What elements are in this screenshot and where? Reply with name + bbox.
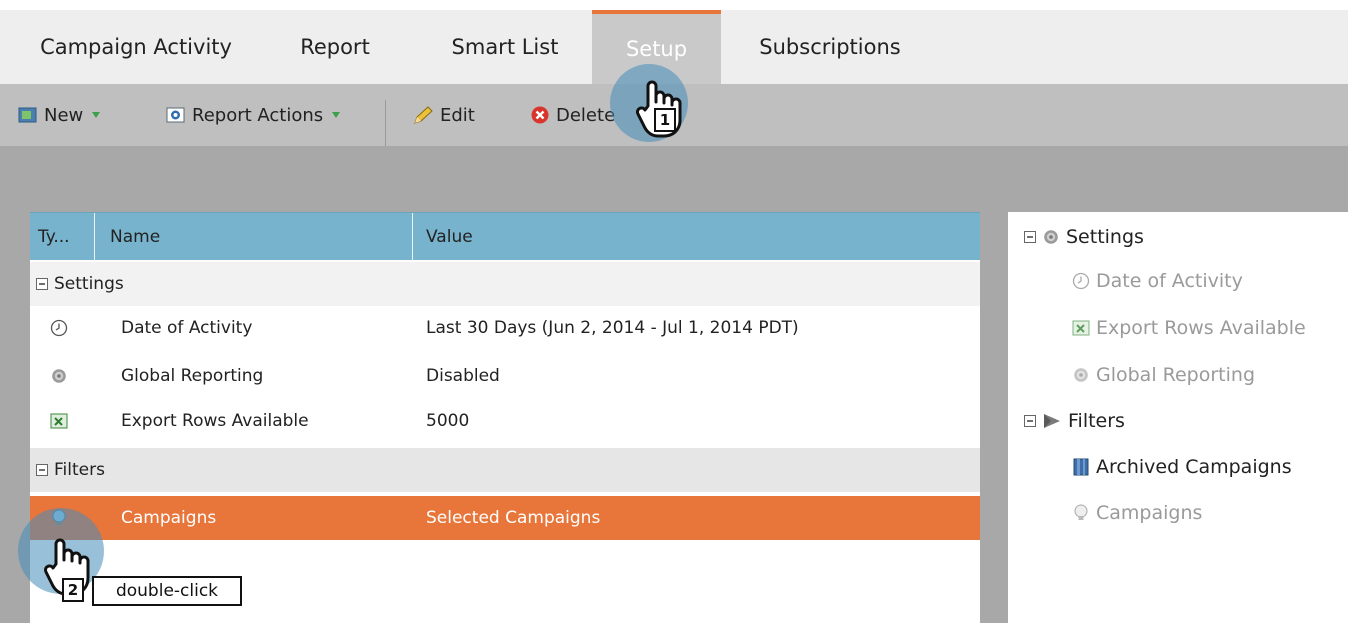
collapse-icon[interactable] bbox=[36, 278, 48, 290]
tree-label: Global Reporting bbox=[1096, 364, 1256, 386]
pencil-icon bbox=[412, 105, 434, 125]
column-divider[interactable] bbox=[94, 213, 95, 261]
excel-icon bbox=[1072, 319, 1090, 337]
report-actions-icon bbox=[166, 106, 186, 124]
step-badge: 2 bbox=[62, 578, 84, 602]
double-click-tooltip: double-click bbox=[92, 576, 242, 606]
row-name: Date of Activity bbox=[121, 318, 253, 338]
row-value: 5000 bbox=[426, 411, 470, 431]
report-actions-button[interactable]: Report Actions bbox=[166, 84, 341, 146]
gear-icon bbox=[1042, 228, 1060, 246]
section-label: Filters bbox=[54, 460, 105, 480]
row-value: Last 30 Days (Jun 2, 2014 - Jul 1, 2014 … bbox=[426, 318, 799, 338]
report-actions-label: Report Actions bbox=[192, 104, 324, 126]
column-header-name[interactable]: Name bbox=[110, 213, 160, 261]
grid-section-settings[interactable]: Settings bbox=[30, 262, 980, 306]
delete-icon bbox=[530, 105, 550, 125]
grid-header: Ty... Name Value bbox=[30, 212, 980, 261]
row-name: Export Rows Available bbox=[121, 411, 309, 431]
tab-campaign-activity[interactable]: Campaign Activity bbox=[16, 10, 256, 84]
workspace-background bbox=[0, 146, 1348, 212]
tree-label: Filters bbox=[1068, 410, 1125, 432]
tree-label: Archived Campaigns bbox=[1096, 456, 1292, 478]
tab-report[interactable]: Report bbox=[280, 10, 390, 84]
dropdown-caret-icon bbox=[91, 111, 101, 119]
gear-icon bbox=[50, 367, 68, 385]
grid-section-filters[interactable]: Filters bbox=[30, 448, 980, 492]
archive-icon bbox=[1072, 457, 1090, 477]
tree-item-campaigns[interactable]: Campaigns bbox=[1072, 502, 1202, 524]
step-badge: 1 bbox=[654, 108, 676, 132]
column-header-type[interactable]: Ty... bbox=[38, 213, 70, 261]
workspace-divider bbox=[980, 212, 1008, 623]
delete-button-label: Delete bbox=[556, 104, 616, 126]
section-label: Settings bbox=[54, 274, 124, 294]
tree-panel: Settings Date of Activity Export Rows Av… bbox=[1008, 212, 1348, 623]
gear-icon bbox=[1072, 366, 1090, 384]
table-row[interactable]: Date of Activity Last 30 Days (Jun 2, 20… bbox=[30, 306, 980, 350]
filter-icon bbox=[1042, 412, 1062, 430]
row-value: Selected Campaigns bbox=[426, 508, 601, 528]
edit-button[interactable]: Edit bbox=[412, 84, 475, 146]
collapse-icon[interactable] bbox=[1024, 231, 1036, 243]
table-row[interactable]: Global Reporting Disabled bbox=[30, 354, 980, 398]
lightbulb-icon bbox=[1072, 503, 1090, 523]
tree-node-settings[interactable]: Settings bbox=[1024, 226, 1144, 248]
new-button-label: New bbox=[44, 104, 84, 126]
tree-item-global-reporting[interactable]: Global Reporting bbox=[1072, 364, 1255, 386]
new-report-icon bbox=[18, 106, 38, 124]
tab-subscriptions[interactable]: Subscriptions bbox=[740, 10, 920, 84]
delete-button[interactable]: Delete bbox=[530, 84, 615, 146]
tree-label: Settings bbox=[1066, 226, 1144, 248]
tree-item-date-of-activity[interactable]: Date of Activity bbox=[1072, 270, 1243, 292]
tree-node-filters[interactable]: Filters bbox=[1024, 410, 1125, 432]
clock-icon bbox=[1072, 272, 1090, 290]
table-row-selected[interactable]: Campaigns Selected Campaigns bbox=[30, 496, 980, 540]
setup-grid: Ty... Name Value Settings Date of Activi… bbox=[30, 212, 980, 623]
new-button[interactable]: New bbox=[18, 84, 101, 146]
tree-label: Export Rows Available bbox=[1096, 317, 1306, 339]
tree-label: Campaigns bbox=[1096, 502, 1203, 524]
row-name: Global Reporting bbox=[121, 366, 264, 386]
tree-label: Date of Activity bbox=[1096, 270, 1243, 292]
clock-icon bbox=[50, 319, 68, 337]
dropdown-caret-icon bbox=[331, 111, 341, 119]
column-header-value[interactable]: Value bbox=[426, 213, 473, 261]
table-row[interactable]: Export Rows Available 5000 bbox=[30, 399, 980, 443]
tree-item-export-rows-available[interactable]: Export Rows Available bbox=[1072, 317, 1306, 339]
collapse-icon[interactable] bbox=[36, 464, 48, 476]
row-value: Disabled bbox=[426, 366, 500, 386]
tab-smart-list[interactable]: Smart List bbox=[430, 10, 580, 84]
tab-bar: Campaign Activity Report Smart List Setu… bbox=[0, 0, 1348, 84]
column-divider[interactable] bbox=[412, 213, 413, 261]
row-name: Campaigns bbox=[121, 508, 217, 528]
edit-button-label: Edit bbox=[440, 104, 475, 126]
tree-item-archived-campaigns[interactable]: Archived Campaigns bbox=[1072, 456, 1292, 478]
toolbar-separator bbox=[385, 100, 386, 146]
excel-icon bbox=[50, 412, 68, 430]
collapse-icon[interactable] bbox=[1024, 415, 1036, 427]
